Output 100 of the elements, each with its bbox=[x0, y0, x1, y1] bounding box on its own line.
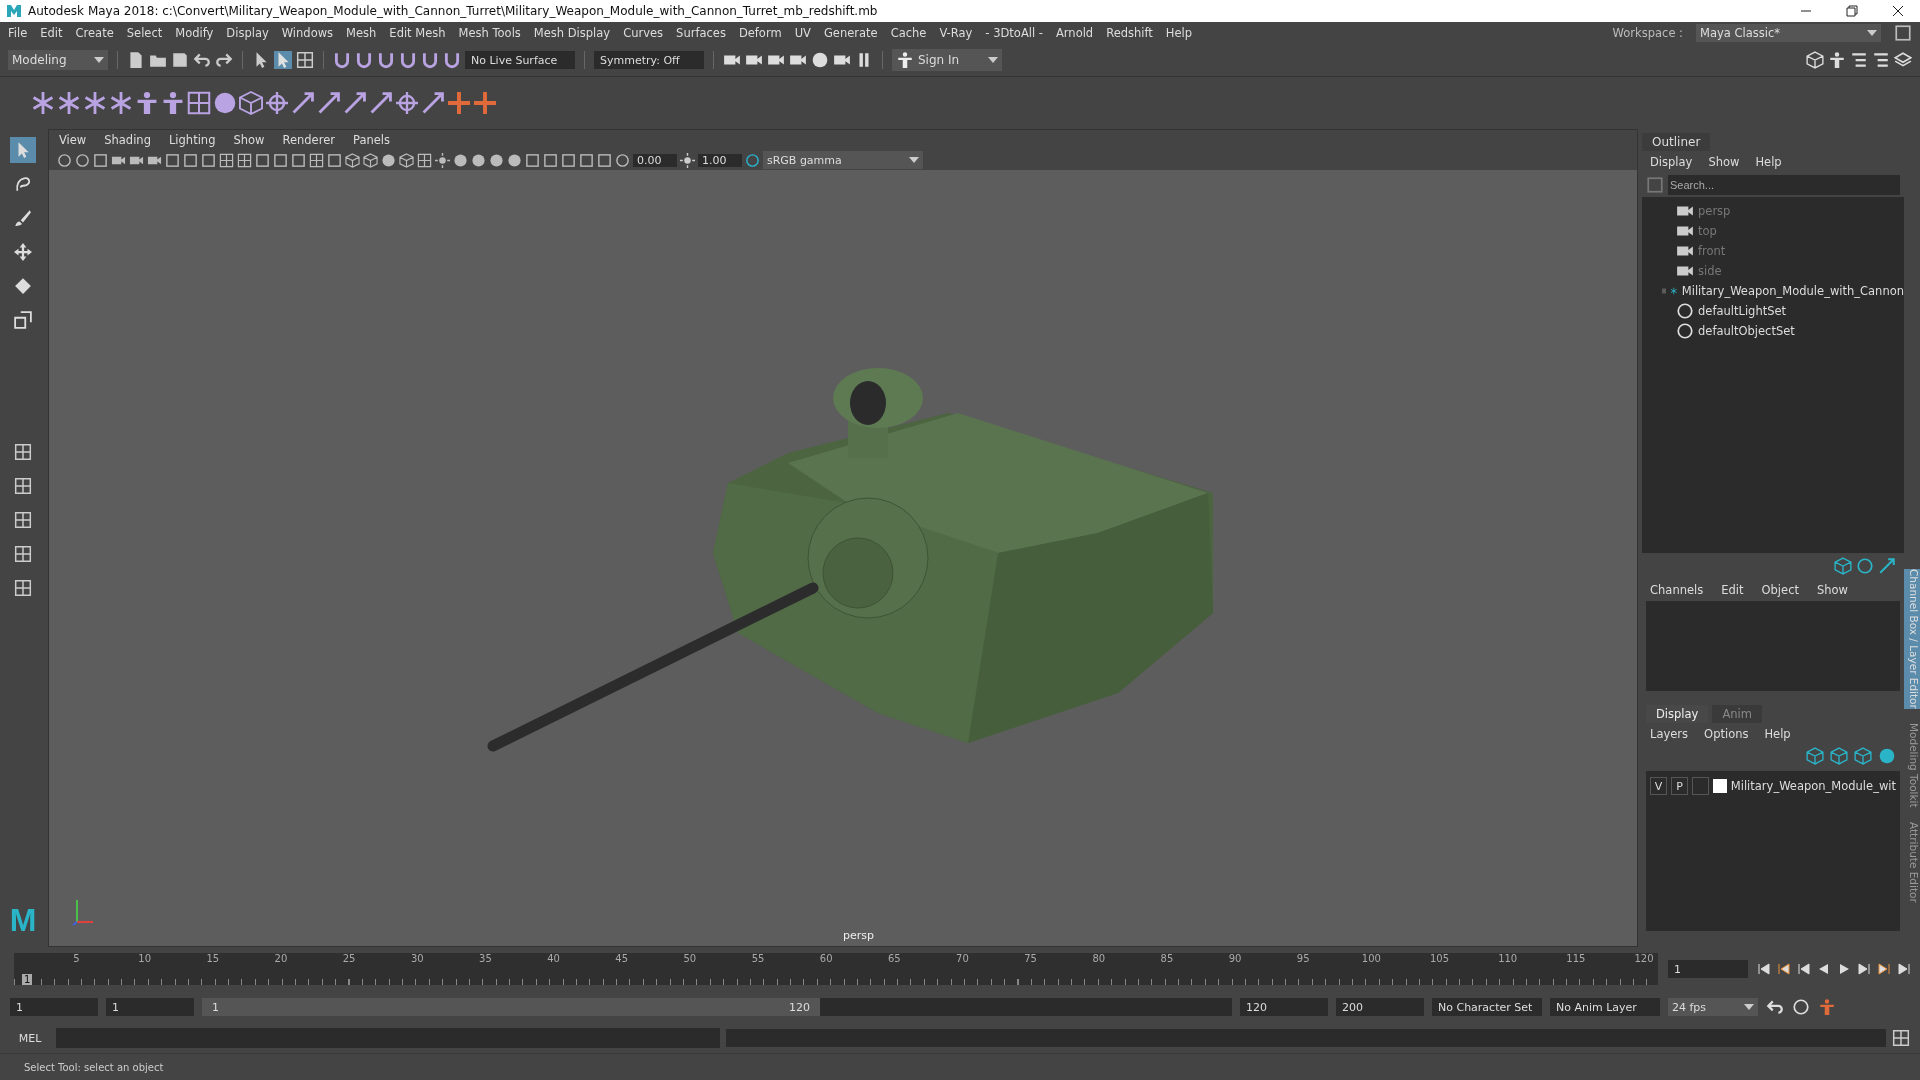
menu-item[interactable]: Redshift bbox=[1106, 26, 1153, 40]
menu-item[interactable]: Show bbox=[233, 133, 265, 147]
crosshair-icon[interactable] bbox=[264, 90, 290, 116]
search-field[interactable]: Search... bbox=[1668, 175, 1900, 195]
person-icon[interactable] bbox=[1828, 51, 1846, 69]
cross-icon[interactable] bbox=[446, 90, 472, 116]
menu-item[interactable]: View bbox=[58, 133, 87, 147]
cube-icon[interactable] bbox=[238, 90, 264, 116]
grid-icon[interactable] bbox=[13, 545, 32, 563]
square-icon[interactable] bbox=[182, 152, 198, 168]
square-icon[interactable] bbox=[542, 152, 558, 168]
viewport[interactable]: persp bbox=[48, 170, 1637, 946]
document-icon[interactable] bbox=[127, 51, 145, 69]
current-frame-field[interactable]: 1 bbox=[1668, 960, 1748, 978]
range-slider[interactable]: 1 120 bbox=[202, 998, 820, 1016]
grid-icon[interactable] bbox=[186, 90, 212, 116]
menu-item[interactable]: Deform bbox=[738, 26, 782, 40]
grid-icon[interactable] bbox=[13, 579, 32, 597]
menu-item[interactable]: Help bbox=[1165, 26, 1193, 40]
square-icon[interactable] bbox=[524, 152, 540, 168]
menu-item[interactable]: Mesh bbox=[346, 26, 377, 40]
person-icon[interactable] bbox=[896, 51, 914, 69]
reverse-play-icon[interactable] bbox=[1818, 963, 1830, 975]
asterisk-icon[interactable] bbox=[30, 90, 56, 116]
grid-icon[interactable] bbox=[236, 152, 252, 168]
redo-icon[interactable] bbox=[215, 51, 233, 69]
grid-icon[interactable] bbox=[13, 443, 32, 461]
grid-icon[interactable] bbox=[308, 152, 324, 168]
grid-icon[interactable] bbox=[296, 51, 314, 69]
square-icon[interactable] bbox=[290, 152, 306, 168]
layer-swatch[interactable] bbox=[1713, 779, 1727, 793]
bars-icon[interactable] bbox=[1850, 51, 1868, 69]
menu-item[interactable]: V-Ray bbox=[939, 26, 973, 40]
panel-tab[interactable]: Outliner bbox=[1642, 133, 1711, 151]
visibility-toggle[interactable]: V bbox=[1650, 777, 1668, 795]
playback-end-field[interactable]: 120 bbox=[1240, 998, 1328, 1016]
play-icon[interactable] bbox=[1838, 963, 1850, 975]
magnet-icon[interactable] bbox=[443, 51, 461, 69]
end-frame-field[interactable]: 200 bbox=[1336, 998, 1424, 1016]
time-slider[interactable]: 1 5 10 15 20 25 30 35 40 45 50 55 60 65 70 75 80 85 90 95 100 105 110 115 120 bbox=[14, 953, 1658, 985]
menu-item[interactable]: Select bbox=[126, 26, 163, 40]
crosshair-icon[interactable] bbox=[394, 90, 420, 116]
sphere-icon[interactable] bbox=[488, 152, 504, 168]
menu-item[interactable]: Shading bbox=[104, 133, 151, 147]
magnet-icon[interactable] bbox=[377, 51, 395, 69]
menu-item[interactable]: Help bbox=[1755, 155, 1782, 169]
grid-icon[interactable] bbox=[13, 477, 32, 495]
workspace-dropdown[interactable]: Maya Classic* bbox=[1696, 24, 1881, 42]
symmetry-field[interactable]: Symmetry: Off bbox=[594, 51, 704, 69]
sphere-icon[interactable] bbox=[470, 152, 486, 168]
sign-in-dropdown[interactable]: Sign In bbox=[892, 49, 1002, 71]
menu-item[interactable]: Panels bbox=[352, 133, 390, 147]
person-icon[interactable] bbox=[1818, 998, 1836, 1016]
character-set-field[interactable]: No Character Set bbox=[1432, 998, 1542, 1016]
layer-name[interactable]: Military_Weapon_Module_wit bbox=[1730, 779, 1896, 793]
magnet-icon[interactable] bbox=[421, 51, 439, 69]
menu-item[interactable]: Mesh Display bbox=[533, 26, 611, 40]
cube-icon[interactable] bbox=[344, 152, 360, 168]
live-surface-field[interactable]: No Live Surface bbox=[465, 51, 575, 69]
menu-item[interactable]: Show bbox=[1708, 155, 1740, 169]
menu-item[interactable]: Modify bbox=[175, 26, 214, 40]
cube-icon[interactable] bbox=[1854, 747, 1872, 765]
move-icon[interactable] bbox=[13, 243, 32, 261]
menu-item[interactable]: Curves bbox=[623, 26, 664, 40]
magnet-icon[interactable] bbox=[333, 51, 351, 69]
asterisk-icon[interactable] bbox=[82, 90, 108, 116]
sphere-icon[interactable] bbox=[380, 152, 396, 168]
grid-icon[interactable] bbox=[218, 152, 234, 168]
undo-icon[interactable] bbox=[193, 51, 211, 69]
menu-item[interactable]: Windows bbox=[281, 26, 334, 40]
square-icon[interactable] bbox=[200, 152, 216, 168]
square-icon[interactable] bbox=[164, 152, 180, 168]
circle-icon[interactable] bbox=[56, 152, 72, 168]
menu-item[interactable]: Object bbox=[1761, 583, 1799, 597]
magnet-icon[interactable] bbox=[355, 51, 373, 69]
asterisk-icon[interactable] bbox=[56, 90, 82, 116]
menu-item[interactable]: File bbox=[8, 26, 28, 40]
sphere-icon[interactable] bbox=[506, 152, 522, 168]
cross-icon[interactable] bbox=[472, 90, 498, 116]
menu-item[interactable]: Channels bbox=[1650, 583, 1704, 597]
menu-item[interactable]: Edit bbox=[40, 26, 63, 40]
cube-icon[interactable] bbox=[398, 152, 414, 168]
grid-icon[interactable] bbox=[1892, 1029, 1910, 1047]
asterisk-icon[interactable] bbox=[108, 90, 134, 116]
menu-item[interactable]: Display bbox=[226, 26, 269, 40]
menu-item[interactable]: Surfaces bbox=[676, 26, 726, 40]
sun-icon[interactable] bbox=[679, 152, 695, 168]
menu-item[interactable]: Help bbox=[1764, 727, 1791, 741]
cube-icon[interactable] bbox=[1806, 747, 1824, 765]
restore-icon[interactable] bbox=[1846, 5, 1858, 17]
menu-item[interactable]: Edit bbox=[1721, 583, 1744, 597]
anim-layer-field[interactable]: No Anim Layer bbox=[1550, 998, 1660, 1016]
menu-item[interactable]: Create bbox=[75, 26, 114, 40]
sphere-icon[interactable] bbox=[452, 152, 468, 168]
bars-icon[interactable] bbox=[1872, 51, 1890, 69]
outliner-item[interactable]: defaultLightSet bbox=[1698, 304, 1787, 318]
layers-icon[interactable] bbox=[1894, 51, 1912, 69]
sphere-icon[interactable] bbox=[811, 51, 829, 69]
step-icon[interactable] bbox=[1778, 963, 1790, 975]
menu-item[interactable]: Generate bbox=[823, 26, 878, 40]
